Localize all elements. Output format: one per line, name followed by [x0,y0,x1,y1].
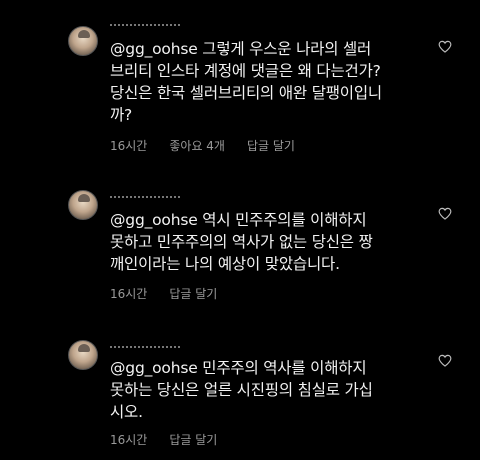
comment-line: 못하는 당신은 얼른 시진핑의 침실로 가십 [110,381,373,399]
avatar[interactable] [68,340,98,370]
username-obscured [110,24,180,30]
username-obscured [110,346,180,352]
comment-meta: 16시간 답글 달기 [110,285,217,302]
avatar[interactable] [68,190,98,220]
mention-link[interactable]: @gg_oohse [110,211,198,229]
comment-line: 역시 민주주의를 이해하지 [197,211,367,229]
comment-line: 시오. [110,403,143,421]
comment-line: 까? [110,106,133,124]
heart-icon[interactable] [438,207,452,220]
comment-line: 민주주의 역사를 이해하지 [197,359,367,377]
reply-button[interactable]: 답글 달기 [247,137,295,154]
timestamp: 16시간 [110,287,148,301]
heart-icon[interactable] [438,354,452,367]
username-obscured [110,196,180,202]
comment-text: @gg_oohse 그렇게 우스운 나라의 셀러 브리티 인스타 계정에 댓글은… [110,38,420,126]
likes-count[interactable]: 좋아요 4개 [169,137,225,154]
comment-meta: 16시간 좋아요 4개 답글 달기 [110,137,295,154]
comment-text: @gg_oohse 민주주의 역사를 이해하지 못하는 당신은 얼른 시진핑의 … [110,357,420,423]
heart-icon[interactable] [438,40,452,53]
comment-line: 깨인이라는 나의 예상이 맞았습니다. [110,255,340,273]
timestamp: 16시간 [110,139,148,153]
comment-line: 브리티 인스타 계정에 댓글은 왜 다는건가? [110,62,381,80]
reply-button[interactable]: 답글 달기 [169,285,217,302]
comment-text: @gg_oohse 역시 민주주의를 이해하지 못하고 민주주의의 역사가 없는… [110,209,420,275]
reply-button[interactable]: 답글 달기 [169,431,217,448]
comment-meta: 16시간 답글 달기 [110,431,217,448]
comment-line: 그렇게 우스운 나라의 셀러 [197,40,372,58]
avatar[interactable] [68,26,98,56]
mention-link[interactable]: @gg_oohse [110,359,198,377]
comment-line: 당신은 한국 셀러브리티의 애완 달팽이입니 [110,84,382,102]
timestamp: 16시간 [110,433,148,447]
mention-link[interactable]: @gg_oohse [110,40,198,58]
comment-line: 못하고 민주주의의 역사가 없는 당신은 짱 [110,233,373,251]
